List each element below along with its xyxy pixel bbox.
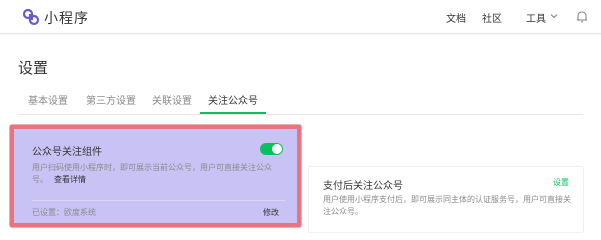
main-content: 设置 基本设置 第三方设置 关联设置 关注公众号 公众号关注组件 用户扫码使用小…	[0, 35, 601, 240]
active-tab-indicator	[200, 112, 266, 114]
edit-button[interactable]: 修改	[263, 207, 279, 218]
toggle-knob	[272, 144, 282, 154]
set-button[interactable]: 设置	[553, 177, 569, 188]
follow-after-pay-card: 支付后关注公众号 设置 用户使用小程序支付后，即可展示同主体的认证服务号，用户可…	[308, 166, 584, 233]
page-title: 设置	[18, 59, 49, 77]
tab-linked-settings[interactable]: 关联设置	[152, 92, 192, 115]
nav-docs-link[interactable]: 文档	[446, 10, 466, 25]
follow-component-card: 公众号关注组件 用户扫码使用小程序时，即可展示当前公众号，用户可直接关注公众号。…	[10, 125, 301, 227]
tab-third-party-settings[interactable]: 第三方设置	[86, 92, 136, 115]
top-bar: 小程序 文档 社区 工具	[0, 0, 601, 34]
status-text: 已设置：欧度系统	[32, 208, 96, 217]
card-divider	[32, 200, 285, 201]
follow-component-toggle[interactable]	[260, 143, 283, 155]
card-title: 公众号关注组件	[32, 147, 102, 158]
app-name[interactable]: 小程序	[44, 8, 89, 28]
card-title: 支付后关注公众号	[323, 181, 403, 192]
card-description: 用户扫码使用小程序时，即可展示当前公众号，用户可直接关注公众号。 查看详情	[32, 162, 287, 186]
mini-program-logo-icon[interactable]	[22, 8, 40, 26]
settings-tabs: 基本设置 第三方设置 关联设置 关注公众号	[18, 91, 583, 115]
bell-icon[interactable]	[576, 10, 588, 23]
chevron-down-icon[interactable]	[550, 12, 558, 20]
card-description: 用户使用小程序支付后，即可展示同主体的认证服务号，用户可直接关注公众号。	[323, 195, 571, 216]
tab-basic-settings[interactable]: 基本设置	[28, 92, 68, 115]
view-detail-link[interactable]: 查看详情	[54, 175, 86, 184]
nav-community-link[interactable]: 社区	[482, 10, 502, 25]
nav-tools-menu[interactable]: 工具	[526, 10, 546, 25]
